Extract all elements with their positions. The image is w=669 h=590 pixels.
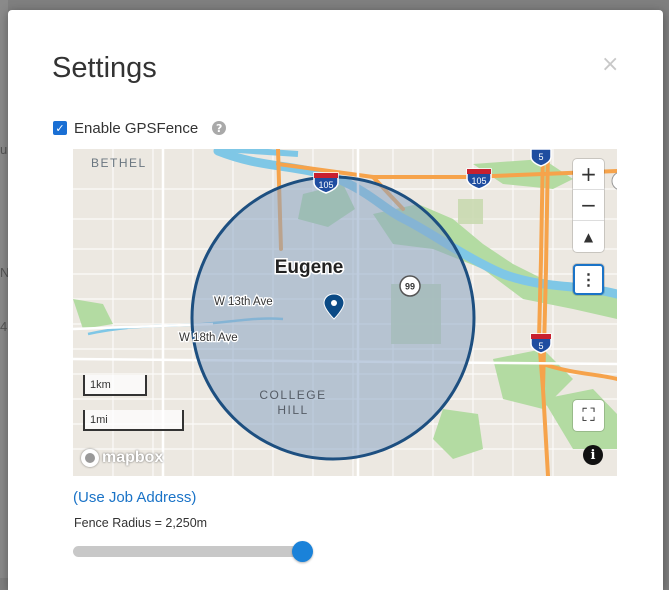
dialog-title: Settings	[52, 52, 157, 84]
zoom-out-button[interactable]: −	[573, 190, 604, 221]
scale-bar-km: 1km	[83, 375, 147, 396]
map-label-w13th: W 13th Ave	[214, 296, 273, 308]
zoom-control-group: + − ▲	[573, 159, 604, 252]
mapbox-icon	[81, 449, 99, 467]
fence-radius-slider[interactable]	[73, 541, 314, 562]
settings-dialog: Settings × ✓ Enable GPSFence ? 105 105 5…	[8, 10, 663, 590]
map-label-college: COLLEGE	[259, 388, 326, 402]
enable-gpsfence-row: ✓ Enable GPSFence ?	[53, 119, 227, 137]
svg-text:99: 99	[405, 282, 415, 292]
fullscreen-icon: ⛶	[582, 405, 595, 425]
svg-text:5: 5	[538, 341, 543, 351]
background-text-fragment: 4	[0, 319, 8, 334]
svg-text:5: 5	[538, 152, 543, 162]
map-view[interactable]: 105 105 5 5 99 BETHEL Eugene W 13th Ave …	[73, 149, 617, 476]
page-backdrop	[0, 0, 8, 578]
close-icon[interactable]: ×	[601, 54, 619, 76]
svg-text:105: 105	[318, 180, 333, 190]
map-label-eugene: Eugene	[275, 257, 344, 278]
route-99-shield: 99	[399, 275, 421, 297]
svg-text:105: 105	[471, 176, 486, 186]
interstate-5-shield-bottom: 5	[530, 333, 552, 354]
fence-radius-label: Fence Radius = 2,250m	[74, 516, 208, 530]
fullscreen-button[interactable]: ⛶	[573, 400, 604, 431]
map-label-w18th: W 18th Ave	[179, 332, 238, 344]
enable-gpsfence-checkbox[interactable]: ✓	[53, 121, 67, 135]
slider-thumb[interactable]	[292, 541, 314, 562]
compass-icon: ▲	[583, 229, 594, 244]
more-options-button[interactable]: ⋮	[573, 264, 604, 295]
mapbox-logo[interactable]: mapbox	[81, 446, 163, 470]
background-text-fragment: u	[0, 142, 8, 157]
scale-bar-mi: 1mi	[83, 410, 184, 431]
slider-track[interactable]	[73, 546, 305, 557]
map-label-hill: HILL	[277, 403, 308, 417]
mapbox-wordmark: mapbox	[102, 449, 164, 466]
compass-button[interactable]: ▲	[573, 221, 604, 252]
info-icon[interactable]: i	[583, 445, 603, 465]
use-job-address-link[interactable]: (Use Job Address)	[73, 489, 196, 506]
zoom-in-button[interactable]: +	[573, 159, 604, 190]
map-label-bethel: BETHEL	[91, 156, 147, 170]
enable-gpsfence-label[interactable]: Enable GPSFence	[74, 120, 198, 137]
more-options-icon: ⋮	[580, 271, 597, 289]
help-icon[interactable]: ?	[212, 121, 227, 135]
